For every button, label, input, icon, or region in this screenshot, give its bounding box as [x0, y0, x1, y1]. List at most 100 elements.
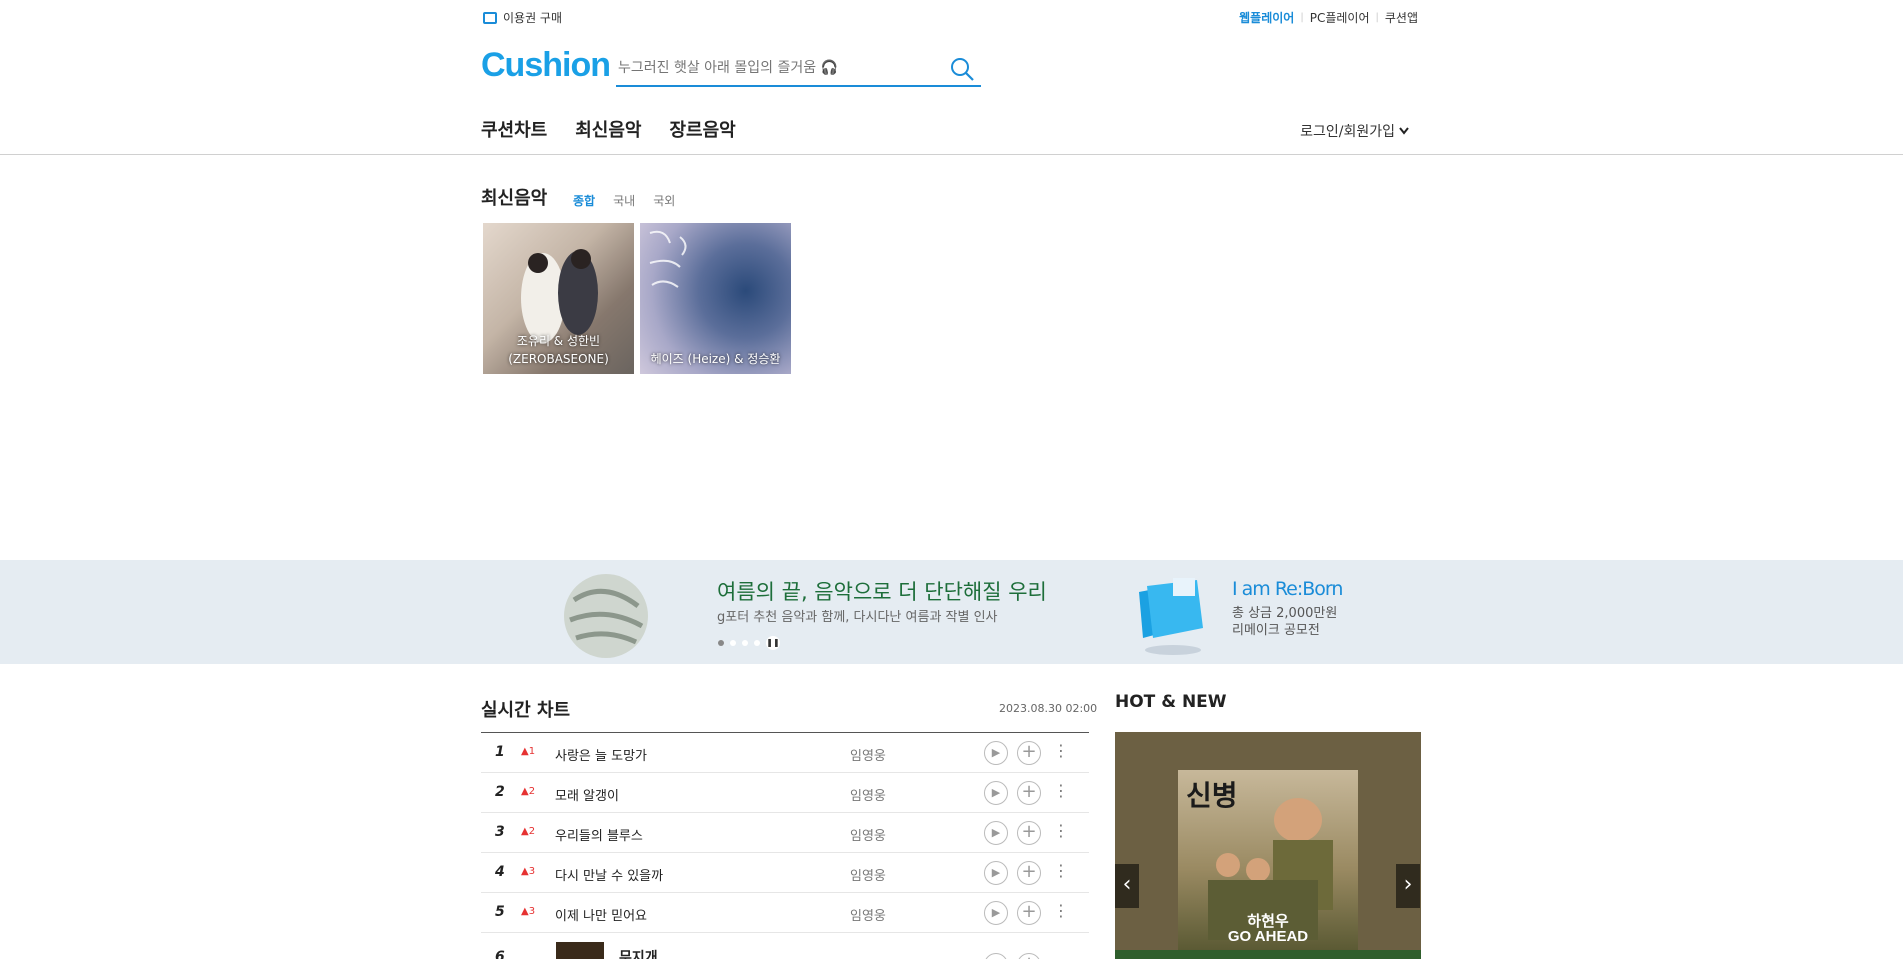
web-player-link[interactable]: 웹플레이어: [1239, 9, 1294, 26]
album-caption: 헤이즈 (Heize) & 정승환: [650, 352, 781, 366]
nav-cushion-chart[interactable]: 쿠션차트: [481, 116, 547, 142]
rank-number: 5: [495, 904, 505, 920]
album-card[interactable]: 헤이즈 (Heize) & 정승환: [640, 223, 791, 374]
tab-domestic[interactable]: 국내: [613, 192, 635, 209]
header-divider: [0, 154, 1903, 155]
divider: |: [1375, 12, 1379, 23]
reborn-prize: 총 상금 2,000만원: [1232, 606, 1338, 621]
cushion-logo[interactable]: Cushion: [481, 46, 611, 85]
folder-icon: [1133, 572, 1211, 658]
pass-icon: [483, 11, 497, 24]
chevron-left-icon: ‹: [1122, 872, 1132, 897]
table-row[interactable]: 1 ▲1 사랑은 늘 도망가 임영웅 ▶ + ⋮: [481, 733, 1089, 773]
album-thumbnail[interactable]: [556, 942, 604, 959]
chevron-right-icon: ›: [1403, 872, 1413, 897]
buy-pass-link[interactable]: 이용권 구매: [483, 9, 562, 26]
reborn-contest: 리메이크 공모전: [1232, 623, 1320, 638]
more-icon[interactable]: ⋮: [1053, 901, 1069, 920]
top-links: 웹플레이어 | PC플레이어 | 쿠션앱: [1239, 9, 1418, 26]
song-title[interactable]: 다시 만날 수 있을까: [555, 865, 663, 884]
pagination-dot[interactable]: [718, 640, 724, 646]
artist-name[interactable]: 임영웅: [850, 745, 886, 764]
song-title[interactable]: 사랑은 늘 도망가: [555, 745, 647, 764]
more-icon[interactable]: ⋮: [1053, 741, 1069, 760]
search-bar: [616, 54, 981, 87]
cushion-app-link[interactable]: 쿠션앱: [1385, 9, 1418, 26]
song-title[interactable]: 모래 알갱이: [555, 785, 619, 804]
banner-thumbnail[interactable]: [560, 570, 652, 662]
play-icon[interactable]: ▶: [984, 741, 1008, 765]
pagination-dot[interactable]: [742, 640, 748, 646]
album-card[interactable]: 조유리 & 성한빈 (ZEROBASEONE): [483, 223, 634, 374]
song-title[interactable]: 무지개: [619, 947, 658, 959]
rank-number: 2: [495, 784, 505, 800]
song-title[interactable]: 이제 나만 믿어요: [555, 905, 647, 924]
artist-name[interactable]: 임영웅: [850, 865, 886, 884]
table-row[interactable]: 6 무지개 ▶ +: [481, 933, 1089, 959]
carousel-prev-button[interactable]: ‹: [1115, 864, 1139, 908]
play-icon[interactable]: ▶: [984, 781, 1008, 805]
main-nav: 쿠션차트 최신음악 장르음악: [481, 116, 736, 142]
banner-title[interactable]: 여름의 끝, 음악으로 더 단단해질 우리: [717, 576, 1047, 606]
carousel-next-button[interactable]: ›: [1396, 864, 1420, 908]
hot-new-title: HOT & NEW: [1115, 692, 1227, 712]
hot-new-album-cover[interactable]: 신병 하현우 GO AHEAD: [1178, 770, 1358, 950]
rank-change: ▲2: [521, 826, 536, 837]
add-icon[interactable]: +: [1017, 821, 1041, 845]
album-cover-song: GO AHEAD: [1227, 928, 1309, 945]
banner-pagination: ❚❚: [718, 636, 780, 650]
rank-number: 3: [495, 824, 505, 840]
add-icon[interactable]: +: [1017, 953, 1041, 959]
album-caption: 조유리 & 성한빈 (ZEROBASEONE): [508, 334, 609, 366]
rank-change: ▲2: [521, 786, 536, 797]
tab-foreign[interactable]: 국외: [653, 192, 675, 209]
pc-player-link[interactable]: PC플레이어: [1310, 9, 1370, 26]
play-icon[interactable]: ▶: [984, 953, 1008, 959]
rank-number: 4: [495, 864, 505, 880]
rank-change: ▲3: [521, 866, 536, 877]
more-icon[interactable]: ⋮: [1053, 861, 1069, 880]
reborn-subtitle: 총 상금 2,000만원 리메이크 공모전: [1232, 605, 1337, 639]
login-signup-link[interactable]: 로그인/회원가입: [1300, 121, 1409, 141]
play-icon[interactable]: ▶: [984, 901, 1008, 925]
banner-subtitle: g포터 추천 음악과 함께, 다시다난 여름과 작별 인사: [717, 610, 998, 625]
table-row[interactable]: 4 ▲3 다시 만날 수 있을까 임영웅 ▶ + ⋮: [481, 853, 1089, 893]
play-icon[interactable]: ▶: [984, 861, 1008, 885]
rank-change: ▲1: [521, 746, 536, 757]
search-input[interactable]: [616, 54, 920, 82]
song-title[interactable]: 우리들의 블루스: [555, 825, 643, 844]
artist-name[interactable]: 임영웅: [850, 825, 886, 844]
artist-name[interactable]: 임영웅: [850, 785, 886, 804]
artist-name[interactable]: 임영웅: [850, 905, 886, 924]
search-icon[interactable]: [949, 56, 975, 86]
add-icon[interactable]: +: [1017, 781, 1041, 805]
nav-new-music[interactable]: 최신음악: [575, 116, 641, 142]
pagination-dot[interactable]: [754, 640, 760, 646]
login-label: 로그인/회원가입: [1300, 124, 1395, 140]
pagination-dot[interactable]: [730, 640, 736, 646]
new-music-tabs: 종합 국내 국외: [573, 192, 675, 209]
add-icon[interactable]: +: [1017, 861, 1041, 885]
rank-change: ▲3: [521, 906, 536, 917]
tab-all[interactable]: 종합: [573, 192, 595, 209]
add-icon[interactable]: +: [1017, 741, 1041, 765]
table-row[interactable]: 2 ▲2 모래 알갱이 임영웅 ▶ + ⋮: [481, 773, 1089, 813]
buy-pass-label: 이용권 구매: [503, 11, 563, 25]
new-music-title: 최신음악: [481, 188, 548, 209]
nav-genre-music[interactable]: 장르음악: [670, 116, 736, 142]
more-icon[interactable]: ⋮: [1053, 781, 1069, 800]
add-icon[interactable]: +: [1017, 901, 1041, 925]
table-row[interactable]: 5 ▲3 이제 나만 믿어요 임영웅 ▶ + ⋮: [481, 893, 1089, 933]
realtime-chart-title: 실시간 차트: [481, 700, 571, 721]
chevron-down-icon: [1399, 123, 1409, 139]
hot-new-carousel[interactable]: 신병 하현우 GO AHEAD: [1115, 732, 1421, 959]
chart-timestamp: 2023.08.30 02:00: [999, 702, 1098, 715]
reborn-title[interactable]: I am Re:Born: [1232, 578, 1343, 600]
play-icon[interactable]: ▶: [984, 821, 1008, 845]
rank-number: 1: [495, 744, 505, 760]
divider: |: [1300, 12, 1304, 23]
rank-number: 6: [495, 949, 505, 959]
table-row[interactable]: 3 ▲2 우리들의 블루스 임영웅 ▶ + ⋮: [481, 813, 1089, 853]
more-icon[interactable]: ⋮: [1053, 821, 1069, 840]
pause-icon[interactable]: ❚❚: [766, 636, 780, 650]
